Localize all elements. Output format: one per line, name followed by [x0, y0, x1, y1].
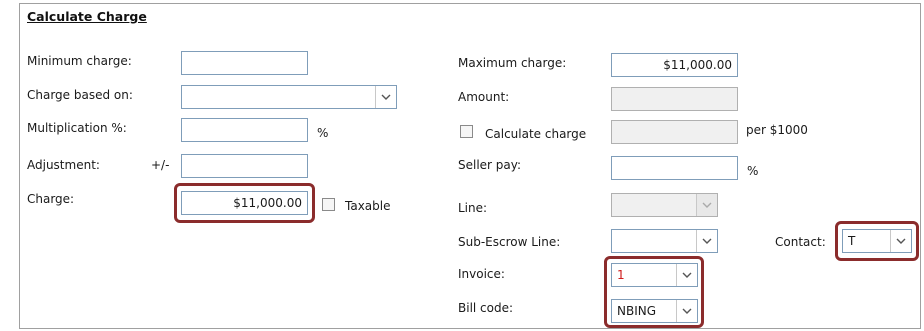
maximum-charge-label: Maximum charge: [458, 56, 567, 70]
taxable-label: Taxable [345, 199, 391, 213]
chevron-down-icon [702, 202, 712, 208]
per-label: per $1000 [746, 123, 808, 137]
section-title: Calculate Charge [27, 9, 147, 24]
line-label: Line: [458, 201, 488, 215]
calculate-charge-label: Calculate charge [485, 127, 587, 141]
sub-escrow-dropdown-button[interactable] [696, 230, 717, 252]
chevron-down-icon [381, 94, 391, 100]
chevron-down-icon [702, 238, 712, 244]
seller-pay-label: Seller pay: [458, 158, 522, 172]
line-dropdown-button [696, 194, 717, 216]
calculate-charge-input [611, 120, 738, 144]
charge-highlight [174, 183, 315, 223]
sub-escrow-select[interactable] [611, 229, 718, 253]
amount-label: Amount: [458, 90, 510, 104]
seller-pay-input[interactable] [611, 156, 738, 180]
adjustment-input[interactable] [181, 154, 308, 178]
charge-label: Charge: [27, 192, 75, 206]
minimum-charge-label: Minimum charge: [27, 54, 132, 68]
adjustment-sign: +/- [151, 158, 170, 172]
invoice-label: Invoice: [458, 267, 505, 281]
contact-highlight [835, 221, 919, 261]
line-select [611, 193, 718, 217]
seller-pay-unit: % [747, 164, 759, 178]
calculate-charge-checkbox[interactable] [460, 125, 473, 138]
adjustment-label: Adjustment: [27, 158, 100, 172]
sub-escrow-label: Sub-Escrow Line: [458, 235, 561, 249]
taxable-checkbox[interactable] [322, 198, 335, 211]
maximum-charge-input[interactable]: $11,000.00 [611, 53, 738, 77]
multiplication-label: Multiplication %: [27, 121, 127, 135]
multiplication-unit: % [317, 126, 329, 140]
charge-based-on-dropdown-button[interactable] [375, 86, 396, 108]
invoice-billcode-highlight [604, 256, 704, 328]
amount-input [611, 87, 738, 111]
minimum-charge-input[interactable] [181, 51, 308, 75]
multiplication-input[interactable] [181, 118, 308, 142]
charge-based-on-label: Charge based on: [27, 88, 133, 102]
charge-based-on-select[interactable] [181, 85, 397, 109]
contact-label: Contact: [775, 235, 826, 249]
bill-code-label: Bill code: [458, 301, 514, 315]
